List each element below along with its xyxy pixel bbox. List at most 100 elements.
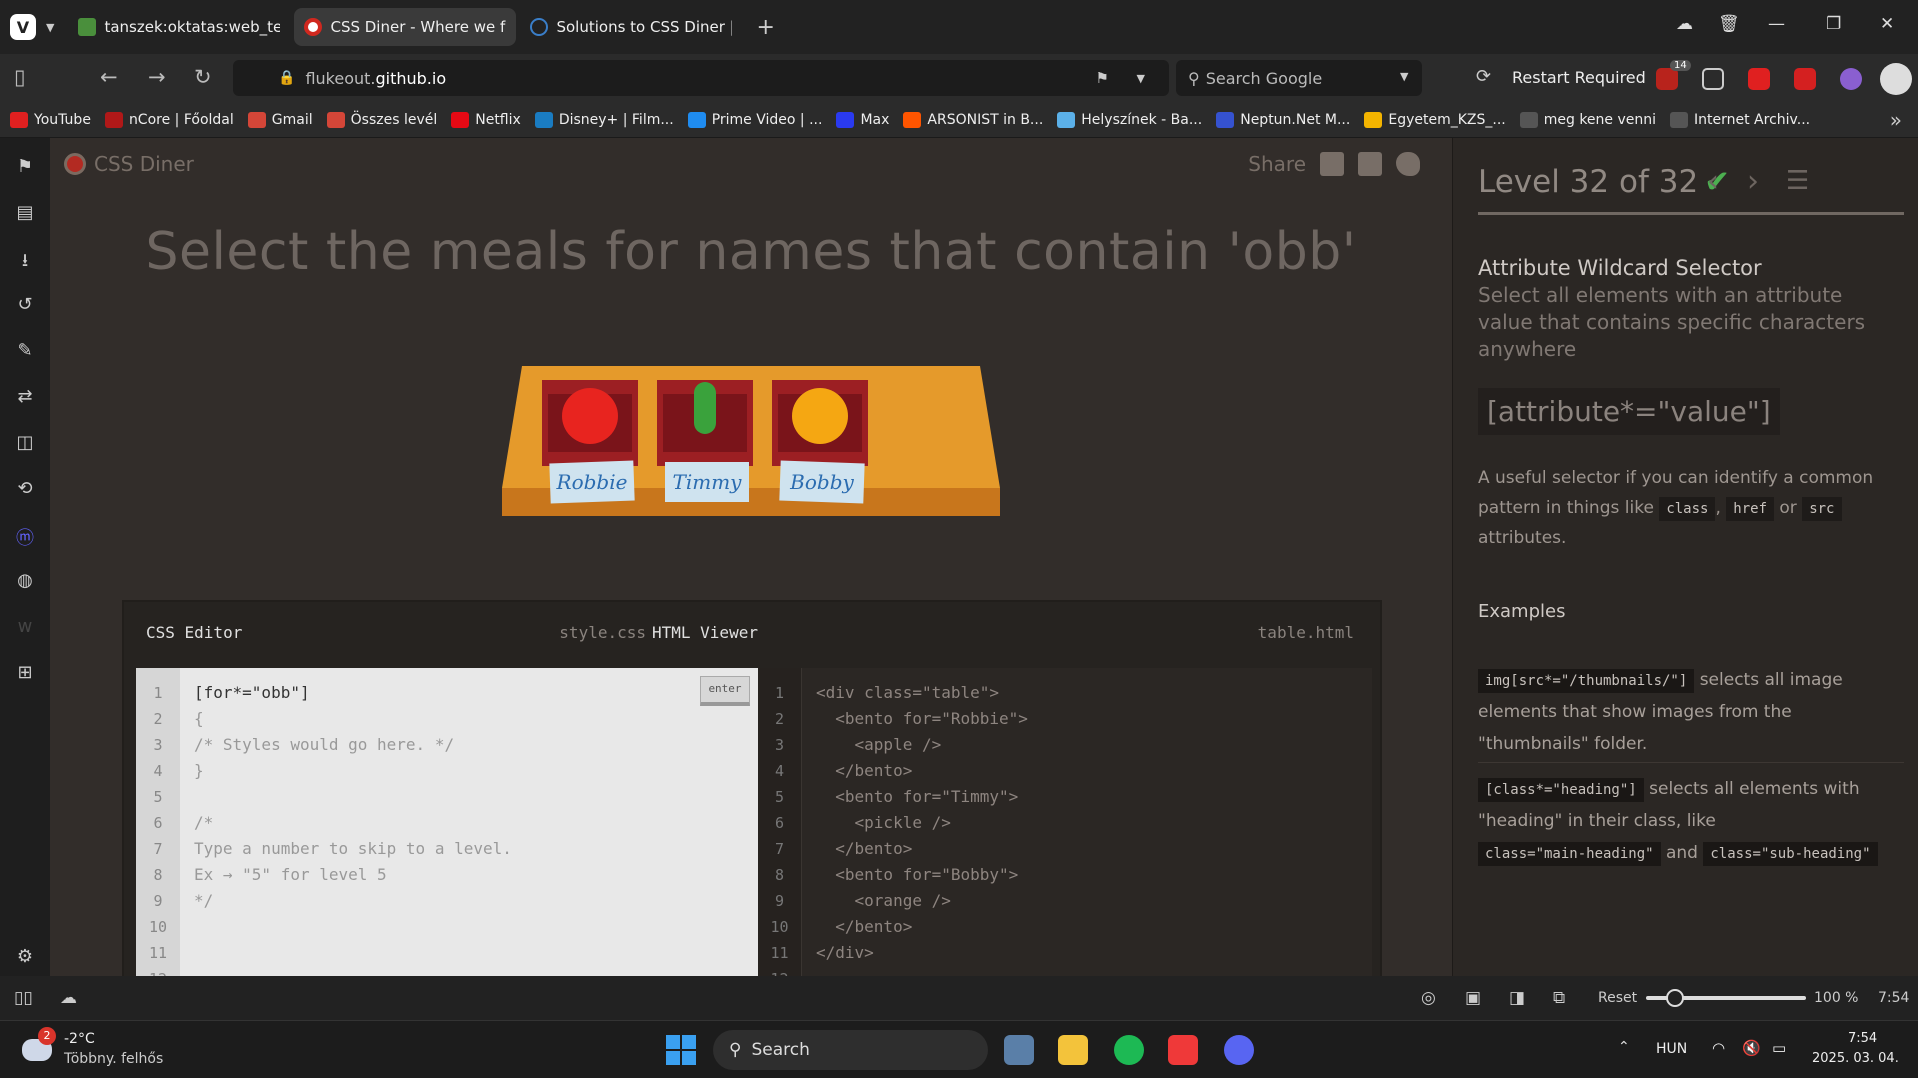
image-toggle-icon[interactable]: ⧉ <box>1553 988 1565 1008</box>
reading-list-icon[interactable]: ▤ <box>13 202 37 226</box>
discord-icon[interactable] <box>1224 1035 1254 1065</box>
volume-muted-icon[interactable]: 🔇 <box>1742 1039 1761 1057</box>
bookmark-item[interactable]: meg kene venni <box>1519 111 1656 128</box>
apple-food[interactable] <box>562 388 618 444</box>
notes-icon[interactable]: ✎ <box>13 340 37 364</box>
wikipedia-icon[interactable]: w <box>13 616 37 640</box>
capture-icon[interactable]: ◎ <box>1421 988 1436 1008</box>
menu-icon[interactable]: ☰ <box>1786 166 1809 196</box>
tab-tanszek[interactable]: tanszek:oktatas:web_technc <box>68 8 290 46</box>
taskbar-search[interactable]: ⚲ Search <box>713 1030 988 1070</box>
bookmark-item[interactable]: Összes levél <box>326 111 437 128</box>
taskbar-time[interactable]: 7:54 <box>1848 1031 1877 1046</box>
file-explorer-icon[interactable] <box>1058 1035 1088 1065</box>
email-icon[interactable] <box>1320 152 1344 176</box>
cloud-icon[interactable]: ☁ <box>60 988 77 1008</box>
address-field[interactable]: 🔒 flukeout.github.io ⚑ ▼ <box>233 60 1169 96</box>
extension-badge: 14 <box>1670 60 1691 71</box>
css-code[interactable]: [for*="obb"] { /* Styles would go here. … <box>194 680 512 914</box>
restart-required-button[interactable]: Restart Required <box>1512 68 1646 87</box>
close-button[interactable]: ✕ <box>1880 14 1894 34</box>
bookmark-item[interactable]: Max <box>836 111 889 128</box>
youtube-ext-icon[interactable] <box>1748 68 1770 90</box>
bookmark-item[interactable]: Prime Video | ... <box>687 111 822 128</box>
panel-toggle-icon[interactable]: ▯▯ <box>14 988 33 1008</box>
trash-icon[interactable]: 🗑 <box>1718 14 1740 34</box>
facebook-icon[interactable] <box>1358 152 1382 176</box>
css-input[interactable]: [for*="obb"] <box>194 683 310 702</box>
panel-toggle-icon[interactable]: ▯ <box>14 65 26 89</box>
settings-gear-icon[interactable]: ⚙ <box>13 946 37 970</box>
compass-ext-icon[interactable] <box>1840 68 1862 90</box>
translate-icon[interactable]: ⇄ <box>13 386 37 410</box>
ublock-icon[interactable] <box>1656 68 1678 90</box>
vivaldi-logo-icon[interactable]: V <box>10 14 36 40</box>
css-editor[interactable]: 1 2 3 4 5 6 7 8 9 10 11 12 [for*="obb"] … <box>136 668 758 976</box>
cloud-sync-icon[interactable]: ☁ <box>1676 14 1693 34</box>
pickle-food[interactable] <box>694 382 716 434</box>
bookmark-item[interactable]: Neptun.Net M... <box>1216 111 1350 128</box>
downloads-icon[interactable]: ⭳ <box>13 248 37 272</box>
bookmark-item[interactable]: Internet Archiv... <box>1670 111 1810 128</box>
bookmarks-panel-icon[interactable]: ⚑ <box>13 156 37 180</box>
bento-robbie[interactable]: Robbie <box>542 380 638 504</box>
chevron-down-icon[interactable]: ▼ <box>1137 72 1145 85</box>
spotify-icon[interactable] <box>1114 1035 1144 1065</box>
profile-avatar[interactable] <box>1880 63 1912 95</box>
bookmark-item[interactable]: ARSONIST in B... <box>903 111 1043 128</box>
bento-timmy[interactable]: Timmy <box>657 380 753 502</box>
forward-button[interactable]: → <box>148 65 166 89</box>
prev-level-button[interactable]: ‹ <box>1707 164 1719 199</box>
language-indicator[interactable]: HUN <box>1656 1041 1687 1057</box>
search-field[interactable]: ⚲ Search Google <box>1176 60 1422 96</box>
sync-icon[interactable]: ⟲ <box>13 478 37 502</box>
chevron-up-icon[interactable]: ⌃ <box>1618 1039 1630 1055</box>
code-chip: class="sub-heading" <box>1703 842 1878 866</box>
logo[interactable]: CSS Diner <box>64 152 194 176</box>
add-panel-icon[interactable]: ⊞ <box>13 662 37 686</box>
window-icon[interactable]: ◫ <box>13 432 37 456</box>
tab-css-diner[interactable]: CSS Diner - Where we feast <box>294 8 517 46</box>
tab-solutions[interactable]: Solutions to CSS Diner | anc <box>520 8 742 46</box>
new-tab-button[interactable]: + <box>756 15 774 40</box>
next-level-button[interactable]: › <box>1747 164 1759 199</box>
page-actions-icon[interactable]: ◨ <box>1509 988 1525 1008</box>
minimize-button[interactable]: — <box>1768 14 1785 34</box>
dislike-ext-icon[interactable] <box>1794 68 1816 90</box>
globe-icon[interactable]: ◍ <box>13 570 37 594</box>
battery-icon[interactable]: ▭ <box>1772 1039 1786 1057</box>
bookmark-item[interactable]: Gmail <box>247 111 313 128</box>
zoom-reset-button[interactable]: Reset <box>1598 990 1637 1006</box>
wifi-icon[interactable]: ◠ <box>1712 1039 1725 1057</box>
zoom-slider[interactable] <box>1646 989 1806 1007</box>
vivaldi-app-icon[interactable] <box>1168 1035 1198 1065</box>
search-dropdown-icon[interactable]: ▼ <box>1400 70 1408 83</box>
search-icon: ⚲ <box>1188 68 1200 88</box>
tile-icon[interactable]: ▣ <box>1465 988 1481 1008</box>
taskbar-date[interactable]: 2025. 03. 04. <box>1812 1051 1899 1066</box>
bookmark-item[interactable]: YouTube <box>10 111 91 128</box>
zoom-slider-knob[interactable] <box>1665 989 1684 1007</box>
restart-icon[interactable]: ⟳ <box>1476 66 1491 87</box>
bookmark-item[interactable]: Egyetem_KZS_... <box>1364 111 1506 128</box>
photos-app-icon[interactable] <box>1004 1035 1034 1065</box>
bookmark-icon[interactable]: ⚑ <box>1096 69 1109 87</box>
reload-button[interactable]: ↻ <box>194 65 212 89</box>
bookmark-item[interactable]: Netflix <box>451 111 521 128</box>
bookmark-item[interactable]: Helyszínek - Ba... <box>1057 111 1202 128</box>
bookmarks-overflow-icon[interactable]: » <box>1890 108 1902 132</box>
history-icon[interactable]: ↺ <box>13 294 37 318</box>
twitter-icon[interactable] <box>1396 152 1420 176</box>
reader-icon[interactable] <box>1702 68 1724 90</box>
restore-button[interactable]: ❐ <box>1826 14 1841 34</box>
ncore-icon <box>104 111 123 128</box>
bookmark-item[interactable]: Disney+ | Film... <box>534 111 674 128</box>
mastodon-icon[interactable]: ⓜ <box>13 524 37 549</box>
bento-bobby[interactable]: Bobby <box>772 380 868 504</box>
orange-food[interactable] <box>792 388 848 444</box>
start-button[interactable] <box>666 1035 696 1065</box>
chevron-down-icon[interactable]: ▼ <box>46 21 54 34</box>
back-button[interactable]: ← <box>100 65 118 89</box>
enter-button[interactable]: enter <box>700 676 750 706</box>
bookmark-item[interactable]: nCore | Főoldal <box>104 111 234 128</box>
